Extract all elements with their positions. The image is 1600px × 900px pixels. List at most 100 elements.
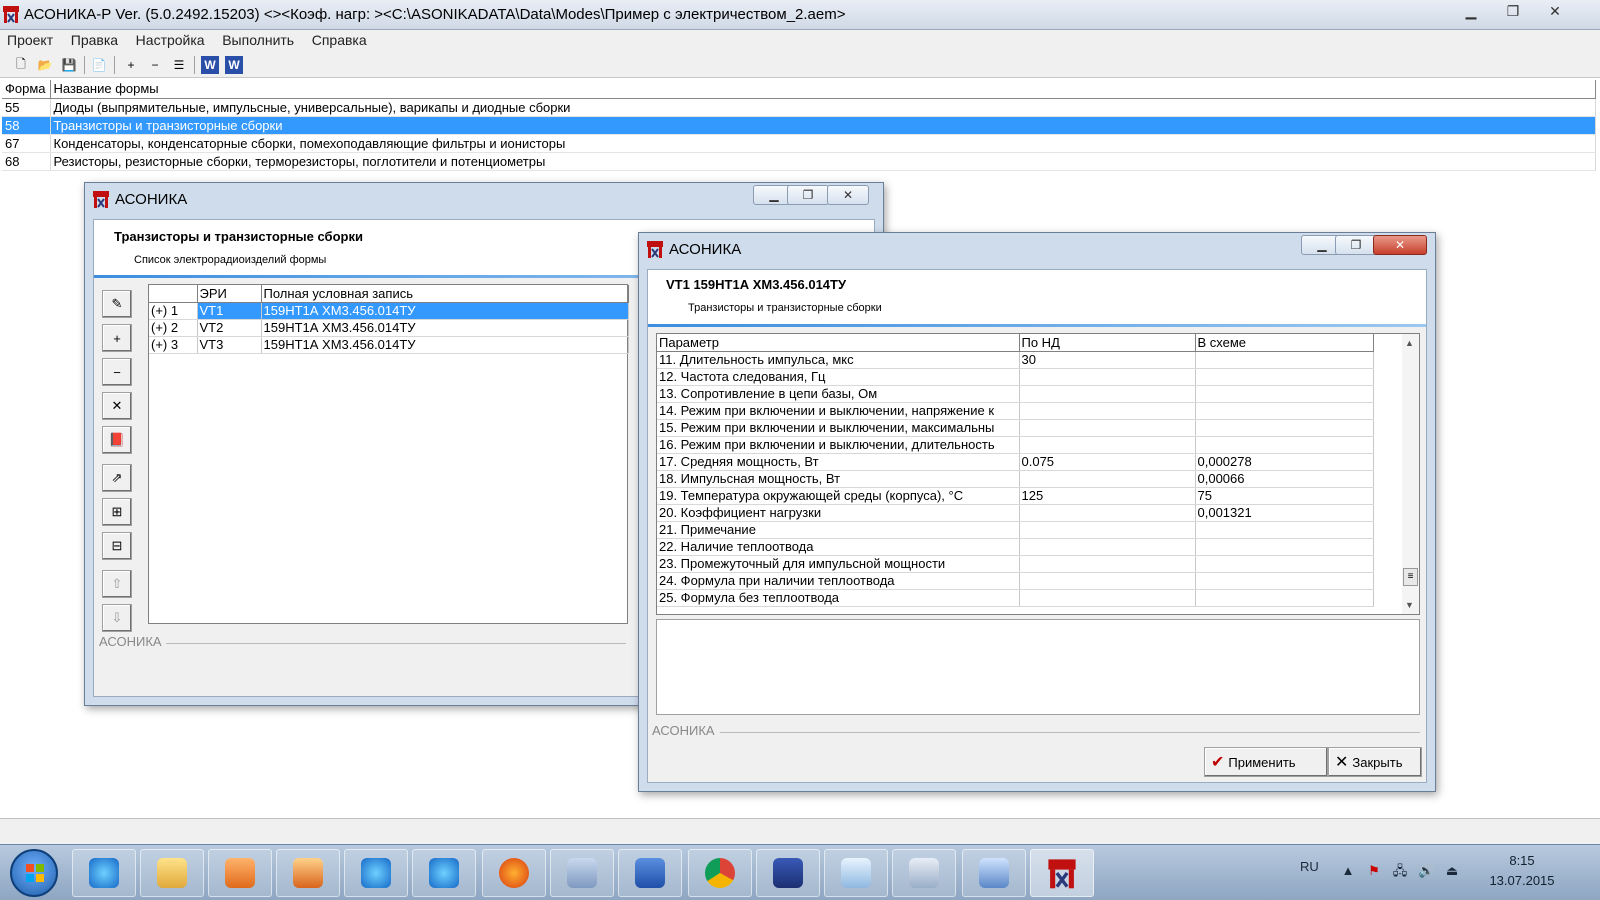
close-dialog-button[interactable]: ✕ Закрыть: [1328, 747, 1422, 777]
book-icon[interactable]: 📕: [102, 426, 132, 454]
start-button[interactable]: [10, 849, 58, 897]
language-indicator[interactable]: RU: [1300, 859, 1319, 874]
move-down-icon[interactable]: ⇩: [102, 604, 132, 632]
nd-cell[interactable]: [1019, 419, 1196, 437]
vertical-scrollbar[interactable]: ▲ ≡ ▼: [1402, 334, 1419, 614]
taskbar-chrome[interactable]: [688, 849, 752, 897]
table-row[interactable]: 23. Промежуточный для импульсной мощност…: [657, 555, 1374, 573]
taskbar-word[interactable]: [618, 849, 682, 897]
scheme-cell[interactable]: 0,00066: [1195, 470, 1374, 488]
edit-icon[interactable]: ✎: [102, 290, 132, 318]
column-header-form-name[interactable]: Название формы: [50, 80, 1596, 99]
taskbar-notepad[interactable]: [824, 849, 888, 897]
minimize-button[interactable]: ▁: [1450, 0, 1492, 22]
taskbar-explorer[interactable]: [140, 849, 204, 897]
scheme-cell[interactable]: 0,000278: [1195, 453, 1374, 471]
nd-cell[interactable]: [1019, 385, 1196, 403]
scheme-cell[interactable]: [1195, 538, 1374, 556]
table-row[interactable]: 16. Режим при включении и выключении, дл…: [657, 436, 1374, 454]
show-hidden-icons-icon[interactable]: ▲: [1340, 863, 1356, 879]
column-header-form[interactable]: Форма: [2, 80, 51, 99]
network-icon[interactable]: 🖧: [1392, 863, 1408, 879]
table-row[interactable]: 67 Конденсаторы, конденсаторные сборки, …: [2, 134, 1596, 153]
nd-cell[interactable]: [1019, 521, 1196, 539]
nd-cell[interactable]: [1019, 470, 1196, 488]
scheme-cell[interactable]: [1195, 351, 1374, 369]
nd-cell[interactable]: [1019, 402, 1196, 420]
word-report-icon[interactable]: W: [225, 56, 243, 74]
column-header-record[interactable]: Полная условная запись: [261, 285, 629, 303]
table-row[interactable]: 68 Резисторы, резисторные сборки, термор…: [2, 152, 1596, 171]
table-row[interactable]: 12. Частота следования, Гц: [657, 368, 1374, 386]
table-row[interactable]: 21. Примечание: [657, 521, 1374, 539]
close-button[interactable]: ✕: [1534, 0, 1576, 22]
table-row[interactable]: 18. Импульсная мощность, Вт 0,00066: [657, 470, 1374, 488]
maximize-button[interactable]: ❐: [1335, 235, 1377, 255]
taskbar-asonika-active[interactable]: [1030, 849, 1094, 897]
close-button[interactable]: ✕: [827, 185, 869, 205]
taskbar-ie-2[interactable]: [344, 849, 408, 897]
scheme-cell[interactable]: [1195, 419, 1374, 437]
taskbar-control-panel[interactable]: [962, 849, 1026, 897]
maximize-button[interactable]: ❐: [1492, 0, 1534, 22]
add-icon[interactable]: +: [122, 56, 140, 74]
nd-cell[interactable]: [1019, 572, 1196, 590]
column-header-num[interactable]: [149, 285, 198, 303]
table-row[interactable]: 17. Средняя мощность, Вт 0.075 0,000278: [657, 453, 1374, 471]
scroll-up-icon[interactable]: ▲: [1405, 338, 1414, 348]
clock-date[interactable]: 13.07.2015: [1482, 873, 1562, 888]
tree-edit-icon[interactable]: ⊟: [102, 532, 132, 560]
word-export-icon[interactable]: W: [201, 56, 219, 74]
open-folder-icon[interactable]: 📂: [36, 56, 54, 74]
tree-icon[interactable]: ⊞: [102, 498, 132, 526]
column-header-eri[interactable]: ЭРИ: [197, 285, 262, 303]
scheme-cell[interactable]: [1195, 589, 1374, 607]
nd-cell[interactable]: [1019, 436, 1196, 454]
close-button[interactable]: ✕: [1373, 235, 1427, 255]
scheme-cell[interactable]: [1195, 572, 1374, 590]
column-header-nd[interactable]: По НД: [1019, 334, 1196, 352]
scheme-cell[interactable]: [1195, 436, 1374, 454]
column-header-scheme[interactable]: В схеме: [1195, 334, 1374, 352]
table-row[interactable]: 20. Коэффициент нагрузки 0,001321: [657, 504, 1374, 522]
volume-icon[interactable]: 🔊: [1418, 863, 1434, 879]
scheme-cell[interactable]: [1195, 402, 1374, 420]
scheme-cell[interactable]: 75: [1195, 487, 1374, 505]
table-row-selected[interactable]: 58 Транзисторы и транзисторные сборки: [2, 116, 1596, 135]
table-row[interactable]: 14. Режим при включении и выключении, на…: [657, 402, 1374, 420]
taskbar-asonika[interactable]: [276, 849, 340, 897]
delete-icon[interactable]: ✕: [102, 392, 132, 420]
nd-cell[interactable]: [1019, 368, 1196, 386]
nd-cell[interactable]: [1019, 589, 1196, 607]
table-row[interactable]: (+) 2 VT2 159НТ1А ХМ3.456.014ТУ: [149, 319, 629, 337]
taskbar-speaker-app[interactable]: [550, 849, 614, 897]
clock-time[interactable]: 8:15: [1492, 853, 1552, 868]
table-row[interactable]: 24. Формула при наличии теплоотвода: [657, 572, 1374, 590]
save-icon[interactable]: 💾: [60, 56, 78, 74]
scheme-cell[interactable]: [1195, 555, 1374, 573]
table-row[interactable]: 25. Формула без теплоотвода: [657, 589, 1374, 607]
add-icon[interactable]: +: [102, 324, 132, 352]
scheme-cell[interactable]: [1195, 368, 1374, 386]
menu-edit[interactable]: Правка: [64, 30, 125, 50]
taskbar-media-player[interactable]: [208, 849, 272, 897]
table-row[interactable]: 11. Длительность импульса, мкс 30: [657, 351, 1374, 369]
remove-icon[interactable]: −: [146, 56, 164, 74]
taskbar-calculator[interactable]: [892, 849, 956, 897]
menu-help[interactable]: Справка: [305, 30, 374, 50]
link-icon[interactable]: ⇗: [102, 464, 132, 492]
table-row[interactable]: 13. Сопротивление в цепи базы, Ом: [657, 385, 1374, 403]
new-file-icon[interactable]: 🗋: [12, 56, 30, 74]
table-row[interactable]: 15. Режим при включении и выключении, ма…: [657, 419, 1374, 437]
nd-cell[interactable]: [1019, 555, 1196, 573]
table-row[interactable]: 22. Наличие теплоотвода: [657, 538, 1374, 556]
scheme-cell[interactable]: [1195, 521, 1374, 539]
maximize-button[interactable]: ❐: [787, 185, 829, 205]
scheme-cell[interactable]: [1195, 385, 1374, 403]
nd-cell[interactable]: [1019, 538, 1196, 556]
taskbar-firefox[interactable]: [482, 849, 546, 897]
document-icon[interactable]: 📄: [90, 56, 108, 74]
table-row[interactable]: 55 Диоды (выпрямительные, импульсные, ун…: [2, 98, 1596, 117]
nd-cell[interactable]: 0.075: [1019, 453, 1196, 471]
table-row[interactable]: (+) 3 VT3 159НТ1А ХМ3.456.014ТУ: [149, 336, 629, 354]
